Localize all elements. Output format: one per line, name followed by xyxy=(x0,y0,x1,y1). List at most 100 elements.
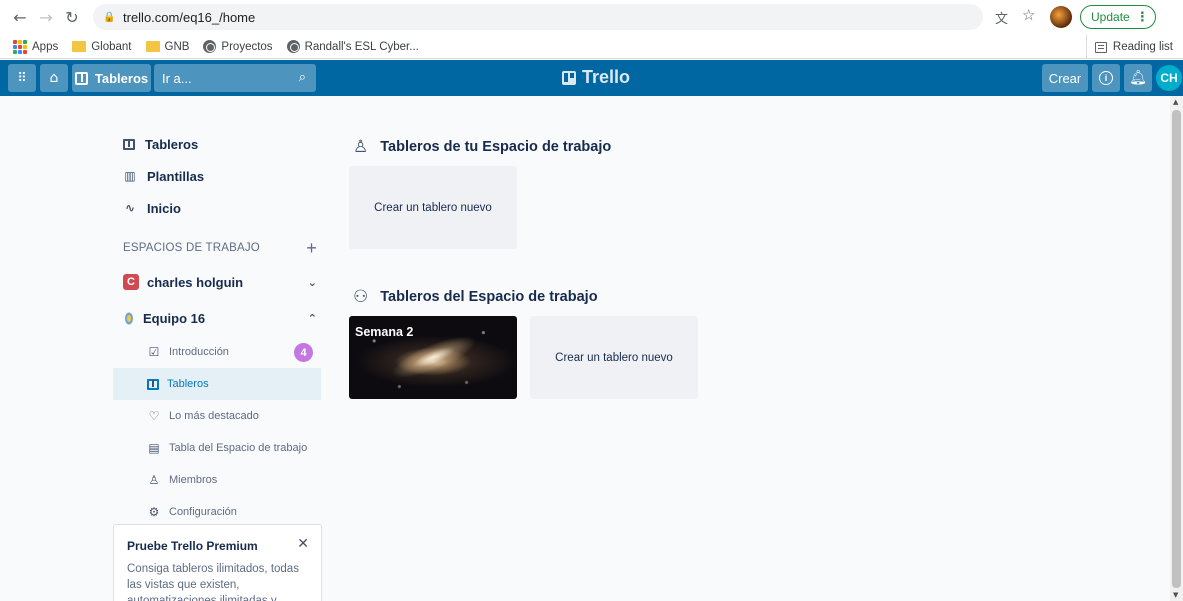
bookmark-label: Proyectos xyxy=(221,40,273,53)
reading-list-icon xyxy=(1094,41,1107,53)
apps-switcher-button[interactable]: ⠿ xyxy=(8,64,36,92)
bookmark-apps[interactable]: Apps xyxy=(13,39,59,54)
globe-icon xyxy=(286,40,300,53)
folder-icon xyxy=(72,41,87,52)
board-icon xyxy=(123,138,135,150)
sidebar-item-label: Tabla del Espacio de trabajo xyxy=(169,442,308,454)
workspace-equipo-16[interactable]: Equipo 16 ⌃ xyxy=(113,300,321,336)
search-input[interactable]: Ir a... ⌕ xyxy=(154,64,316,92)
create-board-tile[interactable]: Crear un tablero nuevo xyxy=(349,166,517,249)
close-icon[interactable]: ✕ xyxy=(297,535,309,552)
forward-arrow-icon[interactable]: → xyxy=(36,7,56,27)
chevron-down-icon: ⌄ xyxy=(307,275,317,289)
pulse-icon: ∿ xyxy=(124,201,136,215)
bookmark-label: Globant xyxy=(91,40,132,53)
board-icon xyxy=(147,378,159,390)
workspaces-title: ESPACIOS DE TRABAJO xyxy=(123,242,260,254)
create-button[interactable]: Crear xyxy=(1042,64,1088,92)
premium-text: Consiga tableros ilimitados, todas las v… xyxy=(127,563,299,601)
your-boards-heading: ♙ Tableros de tu Espacio de trabajo xyxy=(353,137,611,157)
bookmark-label: Randall's ESL Cyber... xyxy=(304,40,419,53)
workspace-charles-holguin[interactable]: C charles holguin ⌄ xyxy=(113,264,321,300)
notifications-button[interactable]: 🔔︎ xyxy=(1124,64,1152,92)
home-button[interactable]: ⌂ xyxy=(40,64,68,92)
sidebar-item-boards[interactable]: Tableros xyxy=(113,128,321,160)
person-icon: ♙ xyxy=(353,137,369,157)
home-icon: ⌂ xyxy=(49,70,59,86)
bookmark-proyectos[interactable]: Proyectos xyxy=(203,40,273,53)
board-icon xyxy=(74,71,88,85)
create-board-label: Crear un tablero nuevo xyxy=(374,201,492,214)
gear-icon: ⚙ xyxy=(148,505,160,519)
sidebar-item-tableros[interactable]: Tableros xyxy=(113,368,321,400)
trello-logo[interactable]: Trello xyxy=(562,67,630,88)
reading-list-button[interactable]: Reading list xyxy=(1085,35,1173,59)
template-icon: ▥ xyxy=(124,169,136,183)
sidebar-item-home[interactable]: ∿ Inicio xyxy=(113,192,321,224)
board-name: Semana 2 xyxy=(355,325,414,339)
create-board-label: Crear un tablero nuevo xyxy=(555,351,673,364)
sidebar-item-miembros[interactable]: ♙ Miembros xyxy=(113,464,321,496)
update-button[interactable]: Update ⋮ xyxy=(1080,5,1156,29)
trello-logo-icon xyxy=(562,70,576,85)
bookmark-globant[interactable]: Globant xyxy=(72,40,132,53)
heart-icon: ♡ xyxy=(148,409,160,423)
user-avatar[interactable]: CH xyxy=(1156,65,1182,91)
sidebar-item-introduccion[interactable]: ☑ Introducción 4 xyxy=(113,336,321,368)
table-icon: ▤ xyxy=(148,441,160,455)
url-text: trello.com/eq16_/home xyxy=(123,9,256,25)
bookmark-randalls[interactable]: Randall's ESL Cyber... xyxy=(286,40,419,53)
count-badge: 4 xyxy=(294,343,313,362)
globe-icon xyxy=(203,40,217,53)
sidebar: Tableros ▥ Plantillas ∿ Inicio ESPACIOS … xyxy=(113,120,321,528)
scrollbar-thumb[interactable] xyxy=(1172,110,1181,588)
bookmark-gnb[interactable]: GNB xyxy=(145,40,190,53)
chevron-up-icon: ⌃ xyxy=(307,311,317,325)
sidebar-item-label: Lo más destacado xyxy=(169,410,259,422)
board-tile-semana-2[interactable]: Semana 2 xyxy=(349,316,517,399)
address-bar[interactable]: 🔒 trello.com/eq16_/home xyxy=(93,4,983,30)
folder-icon xyxy=(145,41,160,52)
sidebar-item-label: Configuración xyxy=(169,506,237,518)
sidebar-item-tabla[interactable]: ▤ Tabla del Espacio de trabajo xyxy=(113,432,321,464)
sidebar-item-label: Introducción xyxy=(169,346,229,358)
translate-icon[interactable]: 文 xyxy=(995,8,1008,27)
reload-icon[interactable]: ↻ xyxy=(62,7,82,27)
workspace-boards-heading: ⚇ Tableros del Espacio de trabajo xyxy=(353,287,598,307)
search-placeholder: Ir a... xyxy=(162,70,192,86)
create-board-tile-2[interactable]: Crear un tablero nuevo xyxy=(530,316,698,399)
section-title: Tableros del Espacio de trabajo xyxy=(380,289,598,305)
bookmarks-bar: Apps Globant GNB Proyectos Randall's ESL… xyxy=(0,35,1183,59)
checklist-icon: ☑ xyxy=(148,345,160,359)
apps-grid-icon xyxy=(13,39,27,54)
sidebar-item-label: Plantillas xyxy=(147,168,205,184)
user-initials: CH xyxy=(1160,71,1178,85)
sidebar-item-lo-mas-destacado[interactable]: ♡ Lo más destacado xyxy=(113,400,321,432)
sidebar-item-templates[interactable]: ▥ Plantillas xyxy=(113,160,321,192)
reading-list-label: Reading list xyxy=(1112,41,1173,53)
add-workspace-icon[interactable]: + xyxy=(306,238,317,259)
back-arrow-icon[interactable]: ← xyxy=(10,7,30,27)
profile-avatar-icon xyxy=(1050,6,1072,28)
scroll-up-icon[interactable]: ▲ xyxy=(1173,98,1178,106)
section-title: Tableros de tu Espacio de trabajo xyxy=(380,139,612,155)
premium-title: Pruebe Trello Premium xyxy=(127,539,258,553)
premium-promo-card: Pruebe Trello Premium ✕ Consiga tableros… xyxy=(113,524,322,601)
browser-toolbar: ← → ↻ 🔒 trello.com/eq16_/home 文 ☆ Update… xyxy=(0,0,1183,35)
bookmark-label: Apps xyxy=(32,40,59,53)
boards-button[interactable]: Tableros xyxy=(72,64,151,92)
page-scrollbar[interactable]: ▲ ▼ xyxy=(1170,96,1183,601)
sidebar-item-label: Tableros xyxy=(167,378,209,390)
members-icon: ⚇ xyxy=(353,287,369,307)
sidebar-item-label: Inicio xyxy=(147,200,181,216)
sidebar-item-label: Miembros xyxy=(169,474,218,486)
trello-header: ⠿ ⌂ Tableros Ir a... ⌕ Trello Crear i 🔔︎… xyxy=(0,60,1183,96)
workspaces-section-title: ESPACIOS DE TRABAJO + xyxy=(113,232,321,264)
star-bookmark-icon[interactable]: ☆ xyxy=(1022,6,1035,24)
create-button-label: Crear xyxy=(1048,70,1082,86)
profile-avatar[interactable] xyxy=(1050,6,1072,28)
bookmark-label: GNB xyxy=(164,40,190,53)
info-button[interactable]: i xyxy=(1092,64,1120,92)
scroll-down-icon[interactable]: ▼ xyxy=(1173,591,1178,599)
grid-icon: ⠿ xyxy=(17,70,27,86)
